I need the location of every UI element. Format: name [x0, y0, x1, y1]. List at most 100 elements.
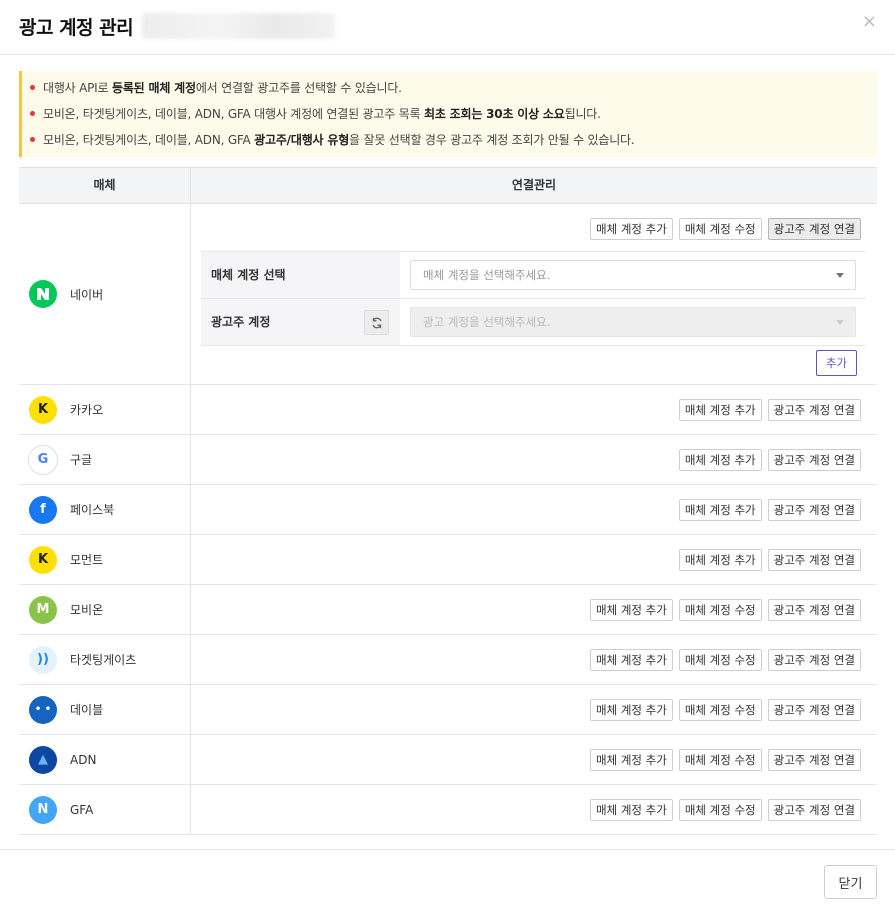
notice-item: 모비온, 타겟팅게이츠, 데이블, ADN, GFA 대행사 계정에 연결된 광… — [22, 105, 877, 131]
link-advertiser-account-button[interactable]: 광고주 계정 연결 — [767, 449, 861, 471]
link-advertiser-account-button[interactable]: 광고주 계정 연결 — [767, 549, 861, 571]
add-media-account-button[interactable]: 매체 계정 추가 — [678, 399, 762, 421]
media-logo-icon: f — [29, 495, 57, 524]
button-group: 매체 계정 추가 매체 계정 수정 광고주 계정 연결 — [590, 799, 861, 821]
ad-account-placeholder: 광고 계정을 선택해주세요. — [423, 315, 551, 329]
media-name: 모비온 — [70, 603, 104, 617]
button-group: 매체 계정 추가 광고주 계정 연결 — [678, 399, 861, 421]
add-button[interactable]: 추가 — [816, 350, 857, 376]
table-row-naver: 네이버 매체 계정 추가 매체 계정 수정 광고주 계정 연결 매체 계정 선택… — [19, 204, 877, 385]
media-account-label: 매체 계정 선택 — [201, 252, 400, 298]
media-logo-icon: K — [29, 395, 57, 424]
table-row: M 모비온 매체 계정 추가 매체 계정 수정 광고주 계정 연결 — [19, 585, 877, 635]
link-advertiser-account-button[interactable]: 광고주 계정 연결 — [767, 649, 861, 671]
add-media-account-button[interactable]: 매체 계정 추가 — [590, 649, 673, 671]
media-name: 타겟팅게이츠 — [70, 653, 137, 667]
refresh-icon[interactable] — [364, 310, 389, 335]
notice-text: 에서 연결할 광고주를 선택할 수 있습니다. — [195, 81, 402, 95]
media-logo-icon: )) — [29, 645, 57, 674]
button-group: 매체 계정 추가 광고주 계정 연결 — [678, 449, 861, 471]
notice-text: 모비온, 타겟팅게이츠, 데이블, ADN, GFA — [43, 133, 255, 147]
link-advertiser-account-button[interactable]: 광고주 계정 연결 — [767, 799, 861, 821]
add-media-account-button[interactable]: 매체 계정 추가 — [678, 499, 762, 521]
table-row: K 모먼트 매체 계정 추가 광고주 계정 연결 — [19, 535, 877, 585]
ad-account-select[interactable]: 광고 계정을 선택해주세요. — [410, 307, 856, 337]
manage-cell: 매체 계정 추가 매체 계정 수정 광고주 계정 연결 — [191, 735, 877, 784]
table-row: • • 데이블 매체 계정 추가 매체 계정 수정 광고주 계정 연결 — [19, 685, 877, 735]
link-advertiser-account-button[interactable]: 광고주 계정 연결 — [767, 599, 861, 621]
media-account-placeholder: 매체 계정을 선택해주세요. — [423, 268, 551, 282]
notice-text: 을 잘못 선택할 경우 광고주 계정 조회가 안될 수 있습니다. — [349, 133, 635, 147]
table-row: f 페이스북 매체 계정 추가 광고주 계정 연결 — [19, 485, 877, 535]
media-table: 매체 연결관리 네이버 매체 계정 추가 매체 계정 수정 광고주 계정 연결 … — [19, 167, 877, 835]
media-logo-icon: ▲ — [29, 745, 57, 774]
add-media-account-button[interactable]: 매체 계정 추가 — [590, 749, 673, 771]
notice-emphasis: 최초 조회는 30초 이상 소요 — [423, 107, 565, 121]
edit-media-account-button[interactable]: 매체 계정 수정 — [678, 599, 762, 621]
chevron-down-icon — [836, 273, 844, 278]
manage-cell: 매체 계정 추가 매체 계정 수정 광고주 계정 연결 — [191, 785, 877, 834]
edit-media-account-button[interactable]: 매체 계정 수정 — [678, 749, 762, 771]
naver-link-form: 매체 계정 선택 매체 계정을 선택해주세요. 광고주 계정 광고 계정을 선택… — [201, 251, 866, 346]
modal-footer: 닫기 — [0, 849, 895, 912]
link-advertiser-account-button[interactable]: 광고주 계정 연결 — [767, 399, 861, 421]
header-media: 매체 — [19, 168, 191, 203]
media-cell: • • 데이블 — [19, 685, 191, 734]
add-media-account-button[interactable]: 매체 계정 추가 — [678, 449, 762, 471]
edit-media-account-button[interactable]: 매체 계정 수정 — [678, 218, 762, 240]
media-logo-icon: M — [29, 595, 57, 624]
add-media-account-button[interactable]: 매체 계정 추가 — [678, 549, 762, 571]
add-media-account-button[interactable]: 매체 계정 추가 — [590, 799, 673, 821]
link-advertiser-account-button[interactable]: 광고주 계정 연결 — [767, 218, 861, 240]
ad-account-modal: 광고 계정 관리 × 대행사 API로 등록된 매체 계정에서 연결할 광고주를… — [0, 0, 895, 912]
notice-text: 모비온, 타겟팅게이츠, 데이블, ADN, GFA 대행사 계정에 연결된 광… — [43, 107, 424, 121]
media-cell: f 페이스북 — [19, 485, 191, 534]
edit-media-account-button[interactable]: 매체 계정 수정 — [678, 699, 762, 721]
button-group: 매체 계정 추가 매체 계정 수정 광고주 계정 연결 — [590, 699, 861, 721]
link-advertiser-account-button[interactable]: 광고주 계정 연결 — [767, 499, 861, 521]
media-name: 네이버 — [70, 287, 104, 302]
media-cell: K 카카오 — [19, 385, 191, 434]
button-group: 매체 계정 추가 매체 계정 수정 광고주 계정 연결 — [590, 749, 861, 771]
ad-account-field: 광고 계정을 선택해주세요. — [400, 299, 866, 345]
redacted-account-name — [142, 13, 335, 39]
media-account-select[interactable]: 매체 계정을 선택해주세요. — [410, 260, 856, 290]
manage-cell: 매체 계정 추가 광고주 계정 연결 — [191, 435, 877, 484]
table-row: N GFA 매체 계정 추가 매체 계정 수정 광고주 계정 연결 — [19, 785, 877, 835]
link-advertiser-account-button[interactable]: 광고주 계정 연결 — [767, 749, 861, 771]
header-manage: 연결관리 — [511, 178, 557, 192]
link-advertiser-account-button[interactable]: 광고주 계정 연결 — [767, 699, 861, 721]
close-icon[interactable]: × — [862, 12, 877, 32]
media-cell: N GFA — [19, 785, 191, 834]
add-media-account-button[interactable]: 매체 계정 추가 — [590, 218, 673, 240]
media-name: 카카오 — [70, 403, 104, 417]
edit-media-account-button[interactable]: 매체 계정 수정 — [678, 799, 762, 821]
media-cell: G 구글 — [19, 435, 191, 484]
add-media-account-button[interactable]: 매체 계정 추가 — [590, 599, 673, 621]
notice-text: 됩니다. — [564, 107, 601, 121]
media-name: GFA — [70, 802, 94, 817]
button-group: 매체 계정 추가 매체 계정 수정 광고주 계정 연결 — [590, 599, 861, 621]
manage-cell: 매체 계정 추가 매체 계정 수정 광고주 계정 연결 매체 계정 선택 매체 … — [191, 204, 877, 384]
close-button[interactable]: 닫기 — [824, 865, 877, 899]
button-group: 매체 계정 추가 광고주 계정 연결 — [678, 499, 861, 521]
media-logo-icon: K — [29, 545, 57, 574]
notice-text: 대행사 API로 — [43, 81, 112, 95]
media-rows: K 카카오 매체 계정 추가 광고주 계정 연결 G 구글 매체 계정 추가 광고주 계정 연… — [19, 385, 877, 835]
manage-cell: 매체 계정 추가 광고주 계정 연결 — [191, 485, 877, 534]
modal-header: 광고 계정 관리 × — [0, 0, 895, 55]
media-name: 페이스북 — [70, 503, 115, 517]
manage-cell: 매체 계정 추가 광고주 계정 연결 — [191, 535, 877, 584]
chevron-down-icon — [836, 320, 844, 325]
media-cell: )) 타겟팅게이츠 — [19, 635, 191, 684]
media-cell: K 모먼트 — [19, 535, 191, 584]
add-media-account-button[interactable]: 매체 계정 추가 — [590, 699, 673, 721]
media-cell: ▲ ADN — [19, 735, 191, 784]
notice-box: 대행사 API로 등록된 매체 계정에서 연결할 광고주를 선택할 수 있습니다… — [19, 71, 877, 157]
table-row: )) 타겟팅게이츠 매체 계정 추가 매체 계정 수정 광고주 계정 연결 — [19, 635, 877, 685]
manage-cell: 매체 계정 추가 매체 계정 수정 광고주 계정 연결 — [191, 585, 877, 634]
button-group: 매체 계정 추가 매체 계정 수정 광고주 계정 연결 — [590, 218, 861, 240]
manage-cell: 매체 계정 추가 매체 계정 수정 광고주 계정 연결 — [191, 635, 877, 684]
edit-media-account-button[interactable]: 매체 계정 수정 — [678, 649, 762, 671]
media-logo-icon: N — [29, 795, 57, 824]
